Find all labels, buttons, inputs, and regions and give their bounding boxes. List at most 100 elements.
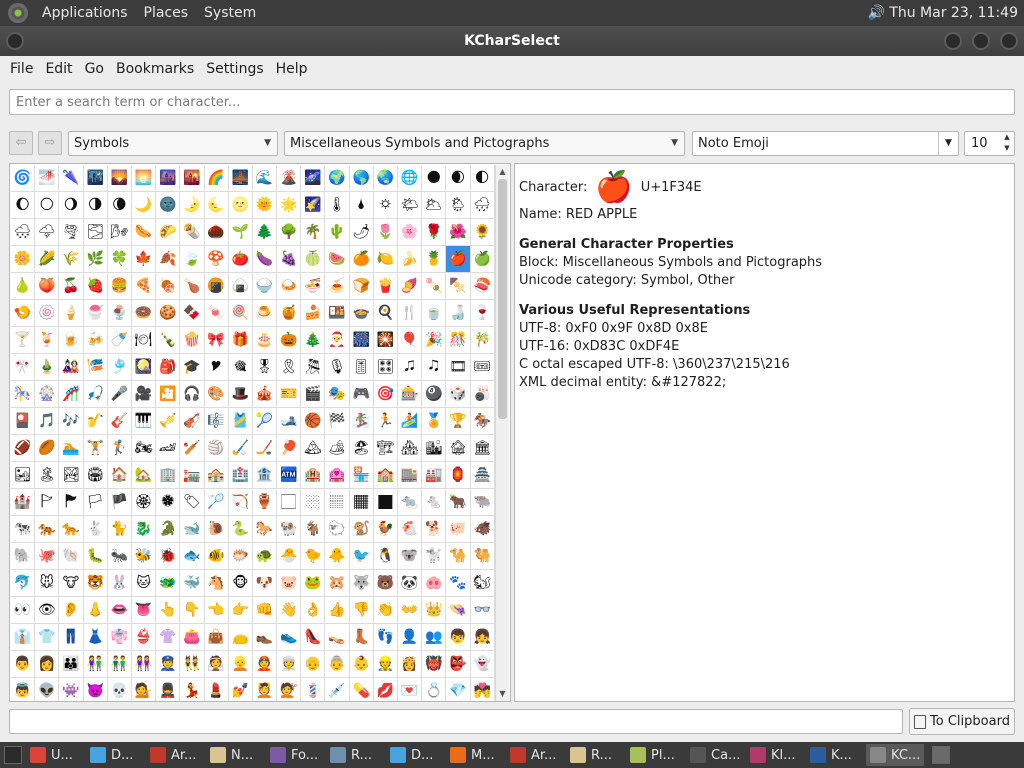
glyph-cell[interactable]: 🍟 <box>373 273 398 300</box>
glyph-cell[interactable]: 🍯 <box>277 300 302 327</box>
glyph-cell[interactable]: 🎲 <box>446 381 471 408</box>
glyph-cell[interactable]: 🏋 <box>83 435 108 462</box>
glyph-cell[interactable]: 🏹 <box>228 489 253 516</box>
glyph-cell[interactable]: 👟 <box>277 624 302 651</box>
glyph-cell[interactable]: 🍀 <box>107 246 132 273</box>
glyph-cell[interactable]: 🐐 <box>301 516 326 543</box>
glyph-cell[interactable]: 💏 <box>471 678 495 701</box>
glyph-cell[interactable]: 🐦 <box>349 543 374 570</box>
glyph-cell[interactable]: 👎 <box>349 597 374 624</box>
glyph-cell[interactable]: 🐼 <box>398 570 423 597</box>
glyph-cell[interactable]: 🎜 <box>398 354 423 381</box>
glyph-cell[interactable]: 🎕 <box>228 354 253 381</box>
glyph-cell[interactable]: 💃 <box>180 678 205 701</box>
glyph-cell[interactable]: 🎽 <box>228 408 253 435</box>
glyph-cell[interactable]: 🌍 <box>325 165 350 192</box>
glyph-cell[interactable]: 👣 <box>373 624 398 651</box>
glyph-cell[interactable]: 🏩 <box>325 462 350 489</box>
scrollbar-thumb[interactable] <box>498 179 507 419</box>
glyph-cell[interactable]: 👌 <box>301 597 326 624</box>
glyph-cell[interactable]: 🐯 <box>83 570 108 597</box>
glyph-cell[interactable]: 🎩 <box>228 381 253 408</box>
glyph-cell[interactable]: 👑 <box>422 597 447 624</box>
glyph-cell[interactable]: 👇 <box>180 597 205 624</box>
glyph-cell[interactable]: 🏦 <box>252 462 278 489</box>
glyph-cell[interactable]: 🐉 <box>131 516 157 543</box>
glyph-cell[interactable]: 🎥 <box>131 381 157 408</box>
glyph-cell[interactable]: 🍄 <box>204 246 229 273</box>
glyph-cell[interactable]: 🌨 <box>11 219 36 246</box>
glyph-cell[interactable]: 🍕 <box>131 273 157 300</box>
glyph-cell[interactable]: 🍉 <box>325 246 350 273</box>
glyph-cell[interactable]: 🎺 <box>156 408 181 435</box>
glyph-cell[interactable]: 🏶 <box>156 489 181 516</box>
glyph-cell[interactable]: 🐃 <box>470 489 495 516</box>
glyph-cell[interactable]: 🍺 <box>59 327 84 354</box>
glyph-cell[interactable]: 🐂 <box>446 489 471 516</box>
glyph-cell[interactable]: 🌗 <box>83 192 108 219</box>
glyph-cell[interactable]: 🏜 <box>11 462 36 489</box>
glyph-cell[interactable]: 🌴 <box>301 219 326 246</box>
glyph-cell[interactable]: 🍝 <box>325 273 350 300</box>
glyph-cell[interactable]: 🌦 <box>446 192 471 219</box>
taskbar-item[interactable]: Kl... <box>746 744 804 766</box>
glyph-cell[interactable]: 🍣 <box>470 273 495 300</box>
glyph-cell[interactable]: 🏉 <box>35 435 60 462</box>
glyph-cell[interactable]: 🌓 <box>470 165 495 192</box>
glyph-cell[interactable]: 🌕 <box>35 192 60 219</box>
glyph-cell[interactable]: 🎢 <box>59 381 84 408</box>
glyph-cell[interactable]: 🍥 <box>35 300 60 327</box>
glyph-cell[interactable]: 🐠 <box>204 543 229 570</box>
glyph-cell[interactable]: 🌜 <box>204 192 229 219</box>
glyph-cell[interactable]: 👚 <box>156 624 181 651</box>
glyph-cell[interactable]: 🏸 <box>204 489 229 516</box>
glyph-cell[interactable]: 🐊 <box>156 516 181 543</box>
glyph-cell[interactable]: 🍭 <box>228 300 253 327</box>
glyph-cell[interactable]: 🎍 <box>35 354 60 381</box>
glyph-cell[interactable]: 🌎 <box>349 165 374 192</box>
glyph-cell[interactable]: 🌄 <box>107 165 132 192</box>
glyph-cell[interactable]: 🍴 <box>398 300 423 327</box>
taskbar-item[interactable]: Fo... <box>266 744 324 766</box>
glyph-cell[interactable]: 🎎 <box>59 354 84 381</box>
chevron-down-icon[interactable]: ▼ <box>938 132 958 155</box>
glyph-cell[interactable]: 🐅 <box>35 516 60 543</box>
glyph-cell[interactable]: 🍑 <box>35 273 60 300</box>
glyph-cell[interactable]: 🐻 <box>373 570 398 597</box>
glyph-cell[interactable]: 👓 <box>470 597 495 624</box>
glyph-cell[interactable]: 🏁 <box>325 408 350 435</box>
glyph-cell[interactable]: 🏆 <box>446 408 471 435</box>
glyph-cell[interactable]: 🌑 <box>422 165 447 192</box>
menu-help[interactable]: Help <box>270 61 314 77</box>
glyph-cell[interactable]: 🌔 <box>11 192 36 219</box>
glyph-cell[interactable]: 🍒 <box>59 273 84 300</box>
glyph-cell[interactable]: 👬 <box>107 651 132 678</box>
glyph-cell[interactable]: 💁 <box>132 678 157 701</box>
glyph-cell[interactable]: 💂 <box>156 678 181 701</box>
glyph-cell[interactable]: 🐏 <box>277 516 302 543</box>
glyph-cell[interactable]: 👶 <box>349 651 374 678</box>
glyph-cell[interactable]: 👦 <box>446 624 471 651</box>
applications-menu[interactable]: Applications <box>34 0 136 26</box>
glyph-cell[interactable]: 🌵 <box>325 219 350 246</box>
glyph-cell[interactable]: 🏍 <box>131 435 157 462</box>
glyph-cell[interactable]: 👩 <box>35 651 60 678</box>
taskbar-item[interactable]: R... <box>566 744 624 766</box>
glyph-cell[interactable]: 🐸 <box>301 570 326 597</box>
glyph-cell[interactable]: 👝 <box>228 624 253 651</box>
glyph-cell[interactable]: 🐵 <box>228 570 253 597</box>
glyph-cell[interactable]: 👄 <box>107 597 132 624</box>
glyph-cell[interactable]: 👮 <box>156 651 181 678</box>
glyph-cell[interactable]: 🏾 <box>349 489 374 516</box>
glyph-cell[interactable]: 🌟 <box>277 192 302 219</box>
glyph-cell[interactable]: 🍮 <box>252 300 278 327</box>
glyph-cell[interactable]: 🏈 <box>11 435 36 462</box>
glyph-cell[interactable]: 🎝 <box>422 354 447 381</box>
glyph-cell[interactable]: 🎱 <box>422 381 447 408</box>
glyph-cell[interactable]: 👹 <box>422 651 447 678</box>
volume-icon[interactable]: 🔊 <box>868 5 885 21</box>
glyph-cell[interactable]: 🎣 <box>83 381 108 408</box>
glyph-cell[interactable]: 🏃 <box>373 408 398 435</box>
glyph-cell[interactable]: 👷 <box>373 651 398 678</box>
glyph-cell[interactable]: 🎀 <box>204 327 229 354</box>
